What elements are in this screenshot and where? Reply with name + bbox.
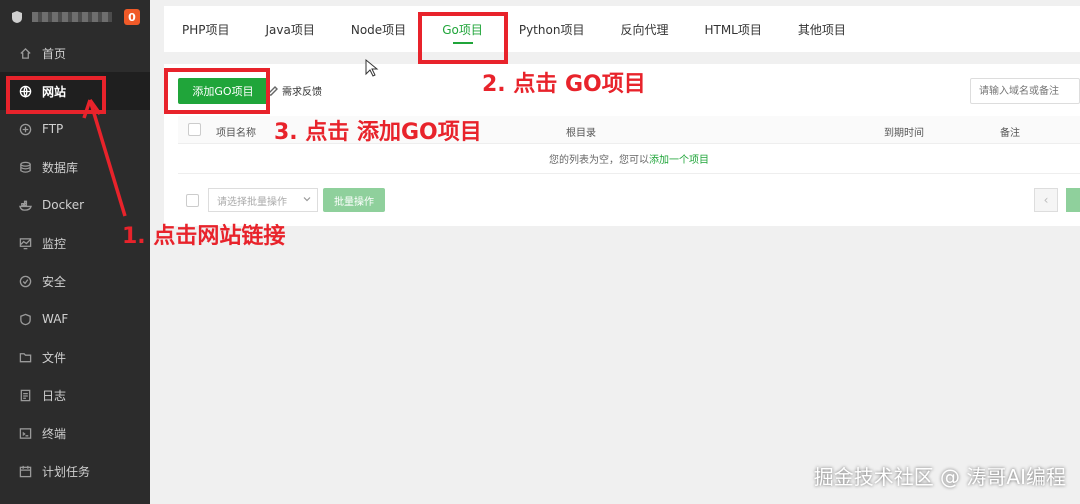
- tab-reverse-proxy[interactable]: 反向代理: [602, 6, 686, 52]
- column-header: 到期时间: [884, 128, 924, 139]
- monitor-icon: [18, 236, 32, 250]
- batch-action-select[interactable]: 请选择批量操作: [208, 188, 318, 212]
- docker-icon: [18, 198, 32, 212]
- pagination-prev-button[interactable]: ‹: [1034, 188, 1058, 212]
- sidebar-item-label: Docker: [42, 198, 85, 212]
- row-select-checkbox[interactable]: [186, 194, 199, 207]
- terminal-icon: [18, 426, 32, 440]
- project-tabs: PHP项目 Java项目 Node项目 Go项目 Python项目 反向代理 H…: [164, 6, 1080, 52]
- blurred-hostname: [32, 12, 112, 22]
- panel-logo-icon: [12, 11, 22, 23]
- sidebar-item-schedule[interactable]: 计划任务: [0, 452, 150, 490]
- annotation-step2: 2. 点击 GO项目: [482, 72, 646, 97]
- tab-other[interactable]: 其他项目: [780, 6, 864, 52]
- sidebar-item-terminal[interactable]: 终端: [0, 414, 150, 452]
- annotation-box-add-button: [164, 68, 270, 114]
- annotation-step3: 3. 点击 添加GO项目: [274, 120, 482, 145]
- notification-badge[interactable]: 0: [124, 9, 140, 25]
- sidebar-item-security[interactable]: 安全: [0, 262, 150, 300]
- waf-icon: [18, 312, 32, 326]
- database-icon: [18, 160, 32, 174]
- tab-php[interactable]: PHP项目: [164, 6, 248, 52]
- chevron-down-icon: [303, 197, 311, 202]
- search-input[interactable]: [970, 78, 1080, 104]
- sidebar-item-label: 日志: [42, 388, 67, 403]
- tab-html[interactable]: HTML项目: [686, 6, 779, 52]
- sidebar-item-logs[interactable]: 日志: [0, 376, 150, 414]
- sidebar-item-label: 计划任务: [42, 464, 91, 479]
- add-project-link[interactable]: 添加一个项目: [649, 151, 709, 166]
- annotation-step1: 1. 点击网站链接: [122, 224, 286, 249]
- sidebar-item-database[interactable]: 数据库: [0, 148, 150, 186]
- empty-state-text: 您的列表为空，您可以: [549, 155, 649, 166]
- sidebar-item-waf[interactable]: WAF: [0, 300, 150, 338]
- tab-java[interactable]: Java项目: [248, 6, 333, 52]
- sidebar-item-label: 安全: [42, 274, 67, 289]
- pagination-next-button[interactable]: [1066, 188, 1080, 212]
- sidebar-item-label: FTP: [42, 122, 64, 136]
- sidebar-item-label: 数据库: [42, 160, 79, 175]
- sidebar-item-home[interactable]: 首页: [0, 34, 150, 72]
- tab-python[interactable]: Python项目: [501, 6, 603, 52]
- log-icon: [18, 388, 32, 402]
- folder-icon: [18, 350, 32, 364]
- schedule-icon: [18, 464, 32, 478]
- watermark: 掘金技术社区 @ 涛哥AI编程: [813, 465, 1066, 489]
- sidebar-item-label: 首页: [42, 46, 67, 61]
- sidebar-item-label: 终端: [42, 426, 67, 441]
- sidebar-item-ftp[interactable]: FTP: [0, 110, 150, 148]
- sidebar-item-label: 文件: [42, 350, 67, 365]
- tab-node[interactable]: Node项目: [333, 6, 424, 52]
- feedback-label: 需求反馈: [282, 87, 322, 98]
- column-header: 备注: [1000, 128, 1020, 139]
- select-all-checkbox[interactable]: [188, 123, 201, 136]
- annotation-box-website: [6, 76, 106, 114]
- sidebar-item-files[interactable]: 文件: [0, 338, 150, 376]
- batch-action-button[interactable]: 批量操作: [323, 188, 385, 212]
- ftp-icon: [18, 122, 32, 136]
- batch-select-placeholder: 请选择批量操作: [217, 196, 287, 208]
- sidebar-item-label: 监控: [42, 236, 67, 251]
- column-header: 根目录: [566, 128, 596, 139]
- column-header: 项目名称: [216, 128, 256, 139]
- sidebar-header: 0: [0, 0, 150, 34]
- shield-icon: [18, 274, 32, 288]
- annotation-box-go-tab: [418, 12, 508, 64]
- home-icon: [18, 46, 32, 60]
- sidebar-item-label: WAF: [42, 312, 69, 326]
- feedback-link[interactable]: 需求反馈: [268, 83, 322, 98]
- empty-state-row: 您的列表为空，您可以 添加一个项目: [178, 144, 1080, 174]
